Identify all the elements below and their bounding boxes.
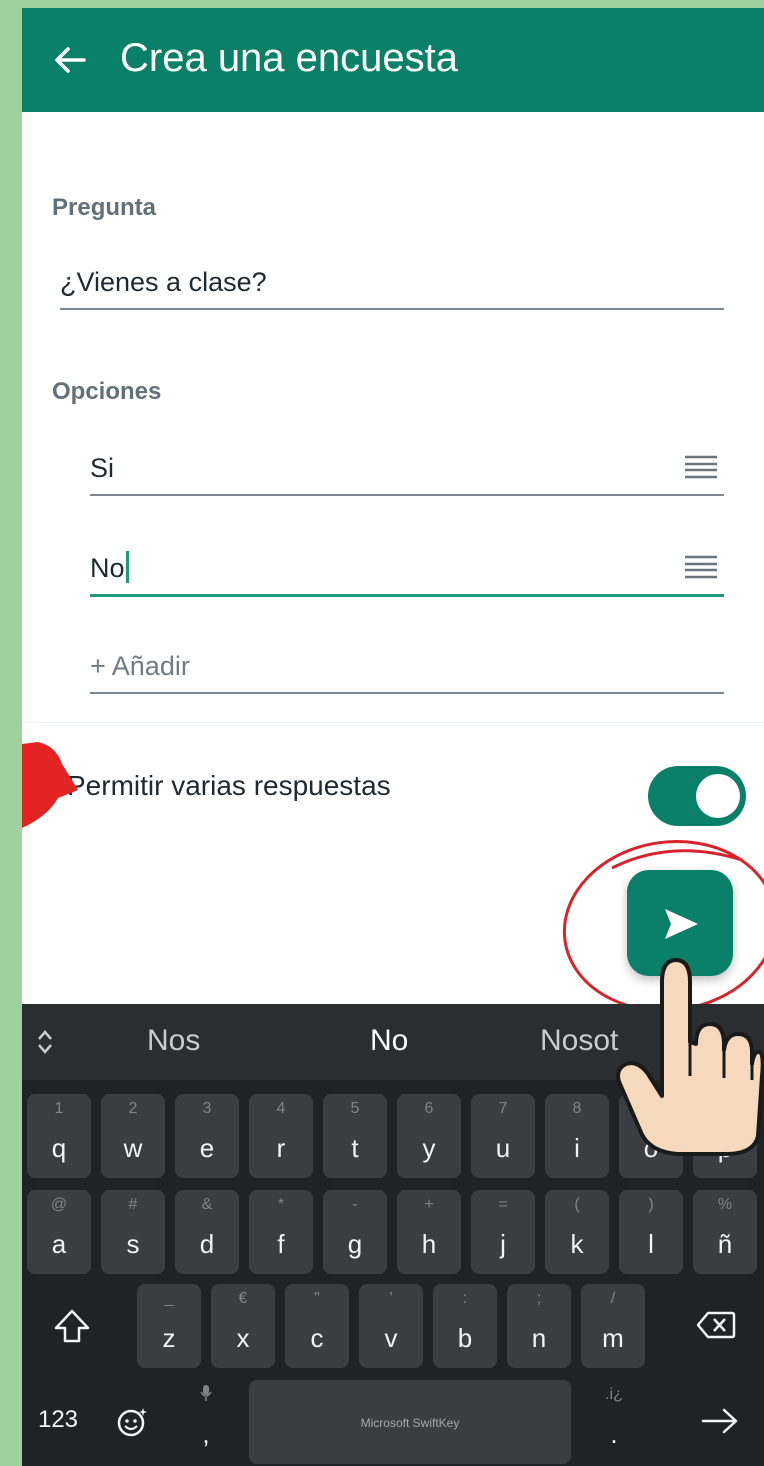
emoji-key[interactable] (100, 1380, 164, 1464)
toggle-knob (696, 774, 740, 818)
key-w[interactable]: 2w (101, 1094, 165, 1178)
arrow-left-icon[interactable] (50, 40, 90, 80)
pointing-hand-icon (616, 958, 764, 1156)
phone-screen: Crea una encuesta Pregunta ¿Vienes a cla… (22, 8, 764, 1466)
key-i[interactable]: 8i (545, 1094, 609, 1178)
app-bar: Crea una encuesta (22, 8, 764, 112)
key-z[interactable]: _ z (137, 1284, 201, 1368)
key-enye[interactable]: % ñ (693, 1190, 757, 1274)
key-q[interactable]: 1q (27, 1094, 91, 1178)
option-field-1[interactable]: Si (90, 444, 724, 496)
key-d[interactable]: & d (175, 1190, 239, 1274)
expand-toolbar-icon[interactable] (36, 1028, 54, 1056)
key-n[interactable]: ; n (507, 1284, 571, 1368)
question-value: ¿Vienes a clase? (60, 267, 267, 297)
shift-key[interactable] (30, 1284, 114, 1368)
key-l[interactable]: ) l (619, 1190, 683, 1274)
red-arrow-annotation (22, 742, 78, 828)
option-value: Si (90, 453, 115, 483)
key-t[interactable]: 5t (323, 1094, 387, 1178)
suggestion-2[interactable]: No (370, 1024, 408, 1058)
key-f[interactable]: * f (249, 1190, 313, 1274)
enter-key[interactable] (682, 1380, 756, 1464)
multi-answer-toggle[interactable] (648, 766, 746, 826)
page-title: Crea una encuesta (120, 36, 459, 80)
text-cursor (125, 551, 129, 583)
numbers-key[interactable]: 123 (26, 1380, 90, 1464)
key-e[interactable]: 3e (175, 1094, 239, 1178)
comma-key[interactable]: , (174, 1380, 238, 1464)
shift-icon (54, 1309, 90, 1343)
suggestion-1[interactable]: Nos (147, 1024, 200, 1058)
microphone-icon (200, 1385, 212, 1401)
send-icon (665, 909, 698, 939)
option-field-2[interactable]: No (90, 544, 724, 597)
backspace-key[interactable] (674, 1284, 758, 1368)
key-b[interactable]: :b (433, 1284, 497, 1368)
add-option-field[interactable]: + Añadir (90, 642, 724, 694)
divider (22, 722, 764, 723)
period-key[interactable]: .i¿ . (582, 1380, 646, 1464)
key-y[interactable]: 6y (397, 1094, 461, 1178)
backspace-icon (696, 1311, 736, 1339)
key-g[interactable]: -g (323, 1190, 387, 1274)
question-field[interactable]: ¿Vienes a clase? (60, 258, 724, 310)
arrow-right-icon (701, 1408, 738, 1434)
key-x[interactable]: € x (211, 1284, 275, 1368)
key-j[interactable]: = j (471, 1190, 535, 1274)
option-value: No (90, 551, 129, 584)
options-label: Opciones (52, 378, 162, 405)
emoji-icon (117, 1408, 147, 1437)
space-key[interactable]: Microsoft SwiftKey (249, 1380, 571, 1464)
key-h[interactable]: + h (397, 1190, 461, 1274)
key-v[interactable]: ' v (359, 1284, 423, 1368)
key-r[interactable]: 4r (249, 1094, 313, 1178)
key-a[interactable]: @ a (27, 1190, 91, 1274)
key-c[interactable]: " c (285, 1284, 349, 1368)
key-u[interactable]: 7u (471, 1094, 535, 1178)
suggestion-3[interactable]: Nosot (540, 1024, 618, 1058)
multi-answer-label: Permitir varias respuestas (67, 770, 391, 801)
key-k[interactable]: (k (545, 1190, 609, 1274)
drag-handle-icon[interactable] (684, 554, 718, 580)
add-option-placeholder: + Añadir (90, 651, 190, 681)
question-label: Pregunta (52, 194, 157, 221)
key-s[interactable]: # s (101, 1190, 165, 1274)
keyboard-brand-label: Microsoft SwiftKey (360, 1416, 460, 1430)
drag-handle-icon[interactable] (684, 454, 718, 480)
key-m[interactable]: / m (581, 1284, 645, 1368)
